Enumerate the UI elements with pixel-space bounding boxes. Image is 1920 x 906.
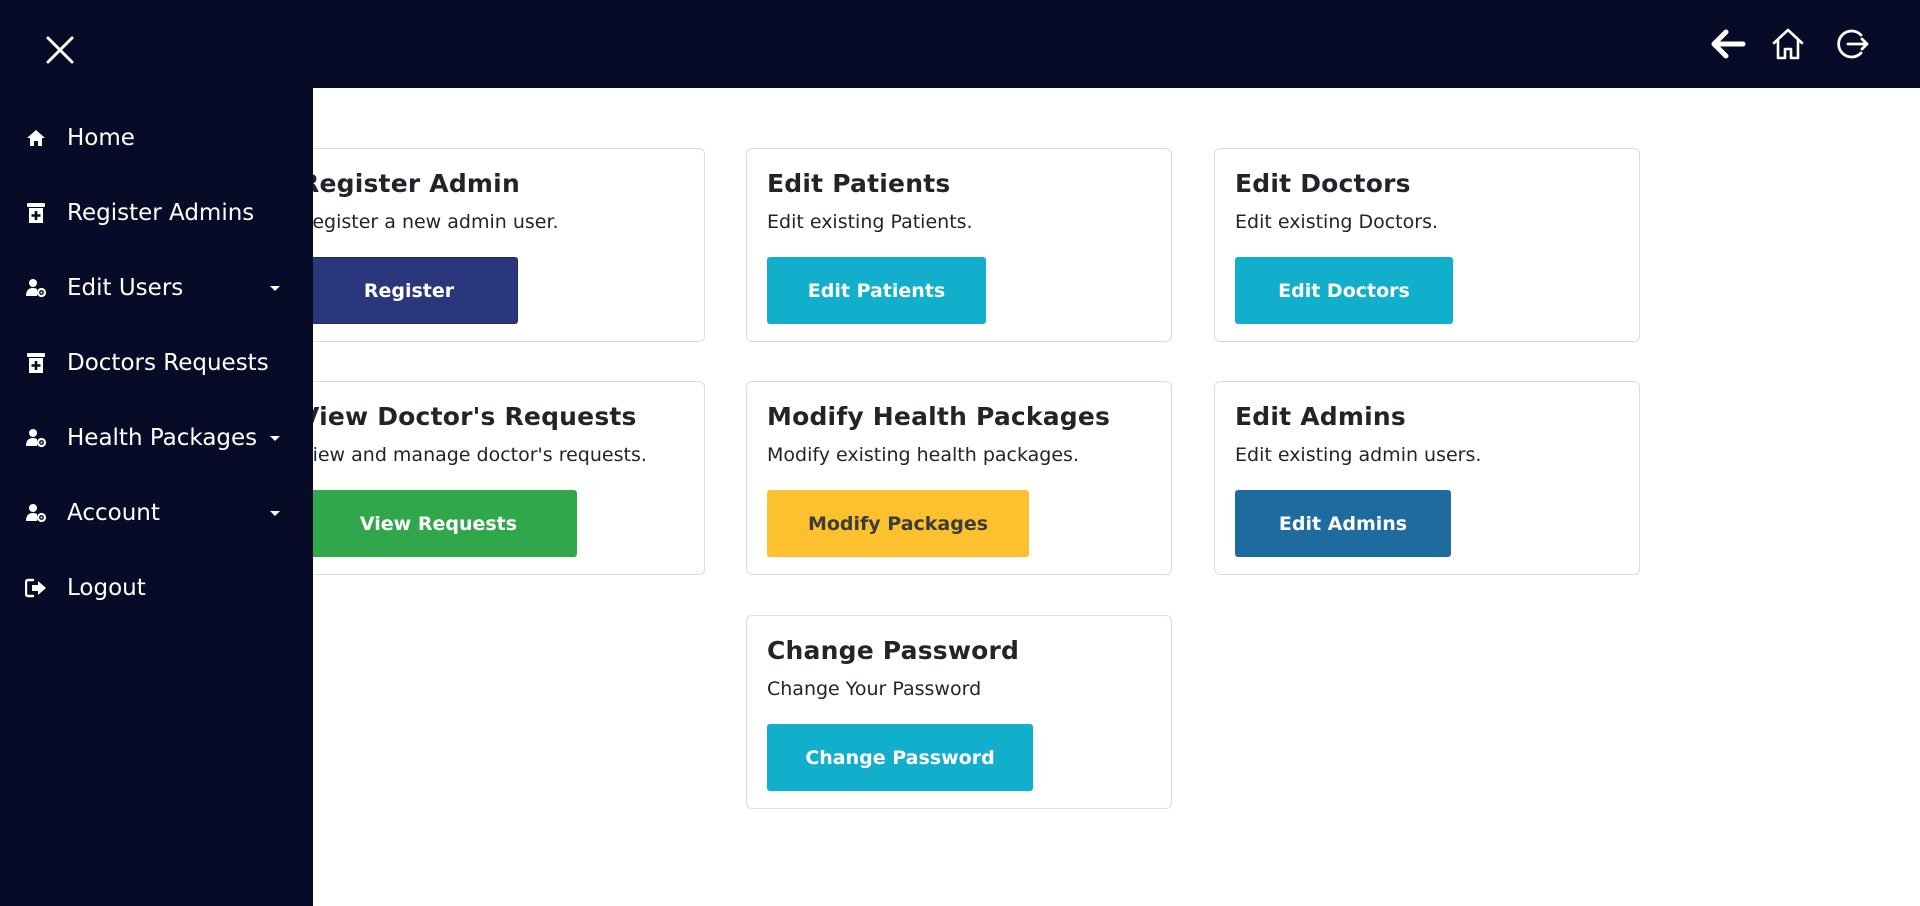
sidebar-item-logout[interactable]: Logout bbox=[0, 560, 313, 616]
user-gear-icon bbox=[25, 427, 47, 449]
change-password-button[interactable]: Change Password bbox=[767, 724, 1033, 791]
sidebar-item-register-admins[interactable]: Register Admins bbox=[0, 185, 313, 241]
card-change-password: Change Password Change Your Password Cha… bbox=[746, 615, 1172, 809]
user-gear-icon bbox=[25, 277, 47, 299]
card-view-doctor-requests: View Doctor's Requests View and manage d… bbox=[279, 381, 705, 575]
card-title: Change Password bbox=[767, 636, 1020, 665]
card-title: Edit Doctors bbox=[1235, 169, 1411, 198]
user-gear-icon bbox=[25, 502, 47, 524]
card-description: View and manage doctor's requests. bbox=[300, 444, 647, 466]
card-title: Modify Health Packages bbox=[767, 402, 1111, 431]
home-icon bbox=[25, 127, 47, 149]
hospital-icon bbox=[25, 202, 47, 224]
card-description: Register a new admin user. bbox=[300, 211, 559, 233]
sidebar-item-doctors-requests[interactable]: Doctors Requests bbox=[0, 335, 313, 391]
card-description: Edit existing Doctors. bbox=[1235, 211, 1439, 233]
view-requests-button[interactable]: View Requests bbox=[300, 490, 577, 557]
caret-down-icon bbox=[270, 286, 280, 291]
sidebar-item-health-packages[interactable]: Health Packages bbox=[0, 410, 313, 466]
card-description: Edit existing Patients. bbox=[767, 211, 973, 233]
card-edit-patients: Edit Patients Edit existing Patients. Ed… bbox=[746, 148, 1172, 342]
sidebar-item-label: Account bbox=[67, 500, 160, 526]
sidebar-item-home[interactable]: Home bbox=[0, 110, 313, 166]
sidebar-item-label: Doctors Requests bbox=[67, 350, 269, 376]
card-modify-health-packages: Modify Health Packages Modify existing h… bbox=[746, 381, 1172, 575]
card-register-admin: Register Admin Register a new admin user… bbox=[279, 148, 705, 342]
logout-icon[interactable] bbox=[1832, 24, 1872, 64]
card-title: Edit Admins bbox=[1235, 402, 1406, 431]
sidebar-item-label: Health Packages bbox=[67, 425, 258, 451]
card-description: Edit existing admin users. bbox=[1235, 444, 1482, 466]
close-icon[interactable] bbox=[42, 32, 78, 68]
card-edit-doctors: Edit Doctors Edit existing Doctors. Edit… bbox=[1214, 148, 1640, 342]
sidebar-item-label: Home bbox=[67, 125, 135, 151]
back-arrow-icon[interactable] bbox=[1708, 24, 1748, 64]
caret-down-icon bbox=[270, 436, 280, 441]
home-icon[interactable] bbox=[1768, 24, 1808, 64]
sidebar-item-account[interactable]: Account bbox=[0, 485, 313, 541]
sidebar-item-label: Register Admins bbox=[67, 200, 255, 226]
card-title: Register Admin bbox=[300, 169, 520, 198]
hospital-icon bbox=[25, 352, 47, 374]
edit-patients-button[interactable]: Edit Patients bbox=[767, 257, 986, 324]
register-button[interactable]: Register bbox=[300, 257, 518, 324]
edit-admins-button[interactable]: Edit Admins bbox=[1235, 490, 1451, 557]
card-title: View Doctor's Requests bbox=[300, 402, 637, 431]
sidebar: Home Register Admins Edit Users Doctors … bbox=[0, 0, 313, 906]
card-title: Edit Patients bbox=[767, 169, 951, 198]
edit-doctors-button[interactable]: Edit Doctors bbox=[1235, 257, 1453, 324]
card-description: Modify existing health packages. bbox=[767, 444, 1079, 466]
card-description: Change Your Password bbox=[767, 678, 982, 700]
sidebar-item-edit-users[interactable]: Edit Users bbox=[0, 260, 313, 316]
sign-out-icon bbox=[25, 577, 47, 599]
card-edit-admins: Edit Admins Edit existing admin users. E… bbox=[1214, 381, 1640, 575]
sidebar-item-label: Edit Users bbox=[67, 275, 184, 301]
sidebar-item-label: Logout bbox=[67, 575, 146, 601]
caret-down-icon bbox=[270, 511, 280, 516]
modify-packages-button[interactable]: Modify Packages bbox=[767, 490, 1029, 557]
